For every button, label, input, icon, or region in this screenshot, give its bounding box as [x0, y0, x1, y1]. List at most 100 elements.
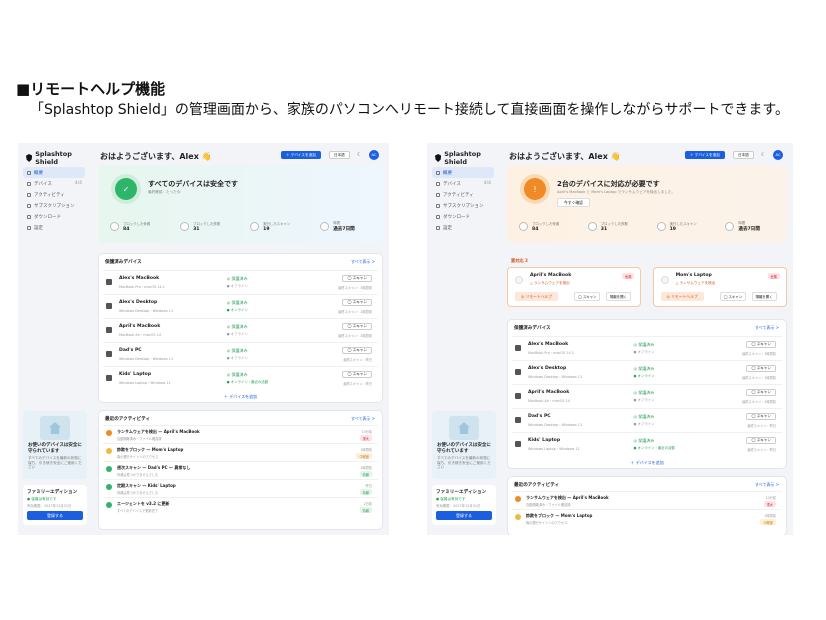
- brand-name: Splashtop Shield: [35, 150, 72, 166]
- shield-icon: [26, 154, 33, 162]
- remote-help-button[interactable]: ◎ リモートヘルプ: [660, 292, 704, 301]
- sidebar-item[interactable]: ダウンロード: [432, 211, 494, 222]
- language-select[interactable]: 日本語: [733, 151, 754, 159]
- sidebar-item[interactable]: サブスクリプション: [23, 200, 85, 211]
- device-row[interactable]: Alex's MacBook MacBook Pro・macOS 14.1 ◎ 保護…: [512, 336, 782, 360]
- stat-item: ブロックした脅威 84: [513, 215, 575, 237]
- device-row[interactable]: Kids' Laptop Windows Laptop・Windows 11 ◎ 保…: [103, 366, 378, 390]
- dashboard-screenshot-safe: Splashtop Shield 概要 デバイス 4/4 アクティビティ サブスクリプショ…: [18, 143, 389, 535]
- activity-item[interactable]: エージェントを v3.2 に更新 すべてのデバイスで更新完了 2日前 情報: [103, 497, 378, 515]
- device-row[interactable]: Kids' Laptop Windows Laptop・Windows 11 ◎ 保…: [512, 432, 782, 456]
- sidebar-item[interactable]: デバイス 4/4: [23, 178, 85, 189]
- register-button[interactable]: 登録する: [27, 511, 83, 520]
- scan-button[interactable]: ◯ スキャン: [746, 341, 776, 348]
- section-description: 「Splashtop Shield」の管理画面から、家族のパソコンへリモート接続…: [30, 102, 790, 118]
- language-select[interactable]: 日本語: [329, 151, 350, 159]
- sidebar-item[interactable]: アクティビティ: [23, 189, 85, 200]
- devices-view-all[interactable]: すべて表示 >: [755, 325, 779, 331]
- severity-badge: 重大: [763, 501, 776, 507]
- stat-icon: [656, 221, 666, 231]
- quarantine-button[interactable]: 隔離を開く: [751, 292, 777, 301]
- add-device-button[interactable]: ＋ デバイスを追加: [685, 151, 725, 159]
- windows-icon: [106, 303, 112, 309]
- device-row[interactable]: Dad's PC Windows Desktop・Windows 11 ◎ 保護済み…: [512, 408, 782, 432]
- scan-button[interactable]: ◯ スキャン: [342, 299, 372, 306]
- register-button[interactable]: 登録する: [436, 511, 492, 520]
- windows-icon: [515, 417, 521, 423]
- scan-button[interactable]: ◯ スキャン: [746, 437, 776, 444]
- check-now-button[interactable]: 今すぐ確認: [557, 198, 590, 207]
- protection-card: お使いのデバイスは安全に守られています すべてのデバイスを最新の状態に保ち、引き続…: [23, 411, 87, 479]
- activity-item[interactable]: ランサムウェアを検出 — April's MacBook 自動隔離済み・ファイル確…: [103, 425, 378, 443]
- avatar[interactable]: AC: [369, 150, 379, 160]
- sidebar-item[interactable]: 概要: [23, 167, 85, 178]
- device-row[interactable]: April's MacBook MacBook Air・macOS 14 ◎ 保護済…: [512, 384, 782, 408]
- scan-button[interactable]: ◯ スキャン: [342, 347, 372, 354]
- stat-item: ブロックした詐欺 31: [582, 215, 644, 237]
- severity-badge: 中程度: [356, 453, 372, 459]
- quarantine-button[interactable]: 隔離を開く: [606, 292, 631, 301]
- scan-button[interactable]: ◯ スキャン: [342, 323, 372, 330]
- protection-card-title: お使いのデバイスは安全に守られています: [28, 443, 82, 454]
- activity-icon: [106, 484, 112, 490]
- moon-icon[interactable]: ☾: [761, 152, 765, 158]
- brand-logo: Splashtop Shield: [435, 150, 499, 166]
- scan-button[interactable]: ◯ スキャン: [342, 275, 372, 282]
- shield-icon: [435, 154, 442, 162]
- nav-icon: [27, 225, 31, 230]
- device-row[interactable]: April's MacBook MacBook Air・macOS 14 ◎ 保護済…: [103, 318, 378, 342]
- scan-button[interactable]: ◯ スキャン: [342, 371, 372, 378]
- sidebar-item[interactable]: 設定: [23, 222, 85, 233]
- nav-icon: [27, 214, 31, 219]
- protection-card-text: すべてのデバイスを最新の状態に保ち、引き続き安全にご使用ください: [437, 456, 491, 470]
- sidebar-item[interactable]: 設定: [432, 222, 494, 233]
- devices-view-all[interactable]: すべて表示 >: [351, 259, 375, 265]
- activity-view-all[interactable]: すべて表示 >: [351, 416, 375, 422]
- stat-icon: [180, 221, 190, 231]
- scan-button[interactable]: ◯ スキャン: [574, 292, 601, 301]
- add-device-button[interactable]: ＋ デバイスを追加: [281, 151, 321, 159]
- apple-icon: [515, 345, 521, 351]
- moon-icon[interactable]: ☾: [357, 152, 361, 158]
- activity-item[interactable]: 定期スキャン — Kids' Laptop 脅威は見つかりませんでした 昨日 情報: [103, 479, 378, 497]
- avatar[interactable]: AC: [773, 150, 783, 160]
- stat-icon: [320, 221, 330, 231]
- stat-icon: [519, 221, 528, 231]
- device-row[interactable]: Alex's Desktop Windows Desktop・Windows 11…: [512, 360, 782, 384]
- sidebar-item[interactable]: サブスクリプション: [432, 200, 494, 211]
- sidebar-item[interactable]: ダウンロード: [23, 211, 85, 222]
- severity-badge: 情報: [359, 507, 372, 513]
- danger-badge: 危険: [622, 273, 635, 279]
- scan-button[interactable]: ◯ スキャン: [746, 365, 776, 372]
- activity-icon: [106, 502, 112, 508]
- activity-view-all[interactable]: すべて表示 >: [755, 482, 779, 488]
- devices-title: 保護済みデバイス: [105, 260, 142, 265]
- nav-icon: [27, 192, 31, 197]
- sidebar-item[interactable]: デバイス 4/4: [432, 178, 494, 189]
- plan-date: 有効期限：2027年12月31日: [27, 504, 72, 508]
- top-bar: おはようございます、Alex 👋 ＋ デバイスを追加 日本語 ☾ AC: [98, 149, 383, 163]
- scan-button[interactable]: ◯ スキャン: [719, 292, 747, 301]
- add-device-link[interactable]: ＋ デバイスを追加: [508, 460, 786, 466]
- remote-help-button[interactable]: ◎ リモートヘルプ: [515, 292, 559, 301]
- sidebar-item[interactable]: 概要: [432, 167, 494, 178]
- device-row[interactable]: Alex's Desktop Windows Desktop・Windows 11…: [103, 294, 378, 318]
- activity-icon: [515, 514, 521, 520]
- stat-item: 時間 過去7日間: [314, 215, 377, 237]
- scan-button[interactable]: ◯ スキャン: [746, 389, 776, 396]
- nav-icon: [436, 203, 440, 208]
- sidebar-item[interactable]: アクティビティ: [432, 189, 494, 200]
- attention-section: 要対応 2 April's MacBook △ ランサムウェアを検出 危険 ◎ リモート…: [507, 255, 787, 309]
- add-device-link[interactable]: ＋ デバイスを追加: [99, 394, 382, 400]
- activity-item[interactable]: 詐欺をブロック — Mom's Laptop 偽の銀行サイトへのアクセス 1時間前中…: [512, 509, 782, 527]
- nav-icon: [436, 170, 440, 175]
- activity-item[interactable]: 詐欺をブロック — Mom's Laptop 偽の銀行サイトへのアクセス 1時間前中…: [103, 443, 378, 461]
- scan-button[interactable]: ◯ スキャン: [746, 413, 776, 420]
- hero-subtitle: April's MacBook と Mom's Laptop でランサムウェアを…: [557, 190, 676, 194]
- device-row[interactable]: Alex's MacBook MacBook Pro・macOS 14.1 ◎ 保護…: [103, 270, 378, 294]
- device-row[interactable]: Dad's PC Windows Desktop・Windows 11 ◎ 保護済み…: [103, 342, 378, 366]
- activity-item[interactable]: ランサムウェアを検出 — April's MacBook 自動隔離済み・ファイル確…: [512, 491, 782, 509]
- hero-title: すべてのデバイスは安全です: [148, 180, 239, 188]
- activity-item[interactable]: 週次スキャン — Dad's PC — 異常なし 脅威は見つかりませんでした 3時間…: [103, 461, 378, 479]
- activity-card: 最近のアクティビティ すべて表示 > ランサムウェアを検出 — April's Ma…: [98, 410, 383, 530]
